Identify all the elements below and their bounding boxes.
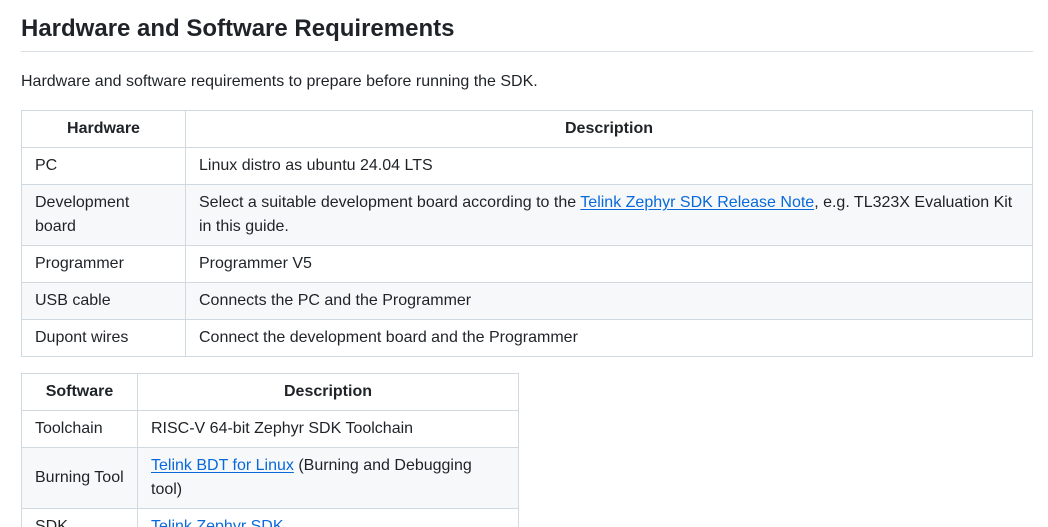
- bdt-linux-link[interactable]: Telink BDT for Linux: [151, 457, 294, 474]
- table-header-row: Hardware Description: [21, 110, 1033, 148]
- cell-item: USB cable: [21, 282, 186, 320]
- cell-description: Linux distro as ubuntu 24.04 LTS: [185, 147, 1033, 185]
- table-row: Programmer Programmer V5: [21, 245, 1033, 283]
- release-note-link[interactable]: Telink Zephyr SDK Release Note: [580, 194, 814, 211]
- cell-item: PC: [21, 147, 186, 185]
- table-row: Development board Select a suitable deve…: [21, 184, 1033, 246]
- software-table: Software Description Toolchain RISC-V 64…: [21, 373, 519, 527]
- column-header-description: Description: [137, 373, 519, 411]
- table-row: Burning Tool Telink BDT for Linux (Burni…: [21, 447, 519, 509]
- cell-description: Select a suitable development board acco…: [185, 184, 1033, 246]
- cell-item: Dupont wires: [21, 319, 186, 357]
- table-row: SDK Telink Zephyr SDK: [21, 508, 519, 527]
- column-header-software: Software: [21, 373, 138, 411]
- cell-item: Programmer: [21, 245, 186, 283]
- table-row: PC Linux distro as ubuntu 24.04 LTS: [21, 147, 1033, 185]
- cell-item: Burning Tool: [21, 447, 138, 509]
- table-row: Toolchain RISC-V 64-bit Zephyr SDK Toolc…: [21, 410, 519, 448]
- hardware-table: Hardware Description PC Linux distro as …: [21, 110, 1033, 357]
- table-row: USB cable Connects the PC and the Progra…: [21, 282, 1033, 320]
- page: Hardware and Software Requirements Hardw…: [0, 0, 1048, 527]
- cell-description: Telink Zephyr SDK: [137, 508, 519, 527]
- cell-item: SDK: [21, 508, 138, 527]
- cell-item: Development board: [21, 184, 186, 246]
- cell-description: RISC-V 64-bit Zephyr SDK Toolchain: [137, 410, 519, 448]
- page-title: Hardware and Software Requirements: [21, 0, 1033, 52]
- column-header-hardware: Hardware: [21, 110, 186, 148]
- zephyr-sdk-link[interactable]: Telink Zephyr SDK: [151, 518, 284, 527]
- cell-description: Connect the development board and the Pr…: [185, 319, 1033, 357]
- table-header-row: Software Description: [21, 373, 519, 411]
- cell-description: Connects the PC and the Programmer: [185, 282, 1033, 320]
- cell-description: Programmer V5: [185, 245, 1033, 283]
- cell-description: Telink BDT for Linux (Burning and Debugg…: [137, 447, 519, 509]
- column-header-description: Description: [185, 110, 1033, 148]
- description-text: Select a suitable development board acco…: [199, 194, 581, 211]
- intro-text: Hardware and software requirements to pr…: [21, 73, 538, 90]
- cell-item: Toolchain: [21, 410, 138, 448]
- table-row: Dupont wires Connect the development boa…: [21, 319, 1033, 357]
